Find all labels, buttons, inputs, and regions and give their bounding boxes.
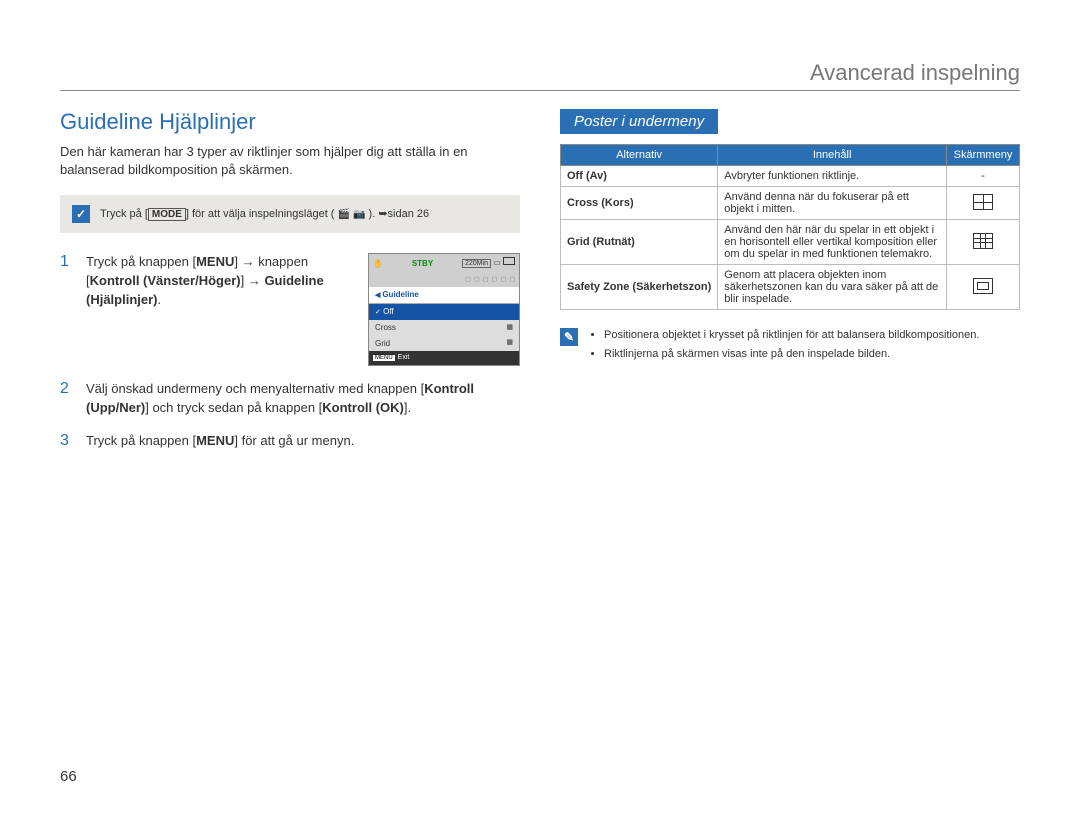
th-skarmmeny: Skärmmeny (947, 145, 1020, 166)
video-icon: 🎬 (338, 209, 350, 220)
th-alternativ: Alternativ (561, 145, 718, 166)
opt-icon (947, 265, 1020, 310)
info-icon: ✎ (560, 328, 578, 346)
opt-alt: Grid (Rutnät) (561, 220, 718, 265)
cross-icon (973, 194, 993, 210)
check-icon: ✓ (72, 205, 90, 223)
screen-item-grid: Grid▦ (369, 336, 519, 352)
step-text: Välj önskad undermeny och menyalternativ… (86, 380, 520, 418)
opt-icon (947, 187, 1020, 220)
screen-exit: MENUExit (369, 351, 519, 365)
tip-box: ✎ Positionera objektet i krysset på rikt… (560, 328, 1020, 367)
submenu-header: Poster i undermeny (560, 109, 718, 134)
tip-item: Riktlinjerna på skärmen visas inte på de… (604, 347, 979, 362)
card-icon: ▭ (493, 258, 501, 267)
opt-icon: - (947, 166, 1020, 187)
mode-label: MODE (148, 208, 186, 221)
table-row: Safety Zone (Säkerhetszon) Genom att pla… (561, 265, 1020, 310)
step-number: 2 (60, 380, 74, 418)
th-innehall: Innehåll (718, 145, 947, 166)
step-number: 1 (60, 253, 74, 366)
opt-alt: Safety Zone (Säkerhetszon) (561, 265, 718, 310)
intro-text: Den här kameran har 3 typer av riktlinje… (60, 143, 520, 179)
step: 3 Tryck på knappen [MENU] för att gå ur … (60, 432, 520, 451)
step: 2 Välj önskad undermeny och menyalternat… (60, 380, 520, 418)
table-row: Off (Av) Avbryter funktionen riktlinje. … (561, 166, 1020, 187)
tip-item: Positionera objektet i krysset på riktli… (604, 328, 979, 343)
stby-label: STBY (412, 258, 433, 270)
step: 1 Tryck på knappen [MENU] → knappen [Kon… (60, 253, 520, 366)
page-number: 66 (60, 768, 77, 785)
step-text: Tryck på knappen [MENU] för att gå ur me… (86, 432, 520, 451)
opt-desc: Avbryter funktionen riktlinje. (718, 166, 947, 187)
screen-icon-row: ◻◻◻◻◻◻ (369, 273, 519, 287)
opt-alt: Cross (Kors) (561, 187, 718, 220)
step-number: 3 (60, 432, 74, 451)
safety-zone-icon (973, 278, 993, 294)
hand-icon: ✋ (373, 258, 383, 270)
opt-desc: Genom att placera objekten inom säkerhet… (718, 265, 947, 310)
time-remaining: 220Min (462, 259, 491, 268)
divider (60, 90, 1020, 91)
table-row: Grid (Rutnät) Använd den här när du spel… (561, 220, 1020, 265)
screen-item-off: ✓ Off (369, 304, 519, 320)
screen-tab: Guideline (369, 287, 519, 304)
mode-note-text: Tryck på [MODE] för att välja inspelning… (100, 207, 429, 221)
battery-icon (503, 257, 515, 265)
section-title: Guideline Hjälplinjer (60, 109, 520, 135)
steps-list: 1 Tryck på knappen [MENU] → knappen [Kon… (60, 253, 520, 450)
mode-note: ✓ Tryck på [MODE] för att välja inspelni… (60, 195, 520, 233)
chapter-title: Avancerad inspelning (60, 60, 1020, 86)
opt-icon (947, 220, 1020, 265)
opt-alt: Off (Av) (561, 166, 718, 187)
step-text: Tryck på knappen [MENU] → knappen [Kontr… (86, 253, 354, 310)
camera-icon: 📷 (353, 209, 365, 220)
table-row: Cross (Kors) Använd denna när du fokuser… (561, 187, 1020, 220)
opt-desc: Använd den här när du spelar in ett obje… (718, 220, 947, 265)
grid-icon (973, 233, 993, 249)
camera-screen: ✋ STBY 220Min ▭ ◻◻◻◻◻◻ (368, 253, 520, 366)
opt-desc: Använd denna när du fokuserar på ett obj… (718, 187, 947, 220)
options-table: Alternativ Innehåll Skärmmeny Off (Av) A… (560, 144, 1020, 310)
screen-item-cross: Cross▦ (369, 320, 519, 336)
